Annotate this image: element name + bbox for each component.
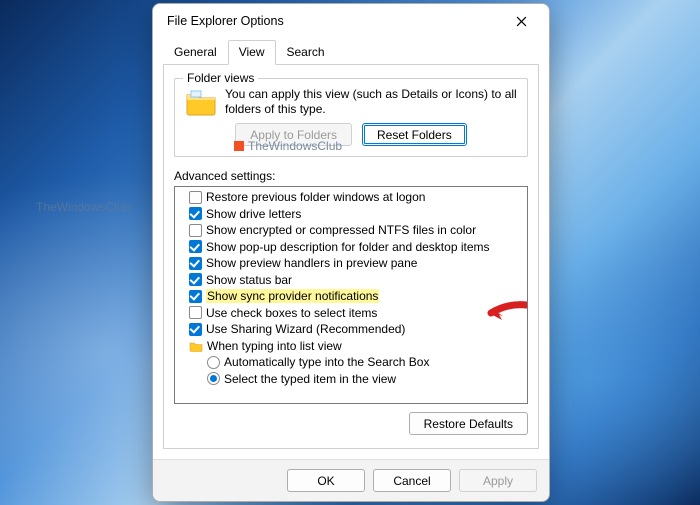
list-item[interactable]: Automatically type into the Search Box	[179, 354, 527, 371]
list-item-highlighted[interactable]: Show sync provider notifications	[179, 288, 527, 305]
cancel-button[interactable]: Cancel	[373, 469, 451, 492]
list-item-label: Restore previous folder windows at logon	[206, 190, 425, 204]
list-item-label: Show pop-up description for folder and d…	[206, 240, 490, 254]
checkbox-icon[interactable]	[189, 240, 202, 253]
dialog-footer: OK Cancel Apply	[153, 459, 549, 501]
titlebar: File Explorer Options	[153, 4, 549, 38]
reset-folders-button[interactable]: Reset Folders	[362, 123, 467, 146]
page-watermark: TheWindowsClub	[36, 200, 130, 214]
folder-views-text: You can apply this view (such as Details…	[225, 87, 517, 117]
apply-button[interactable]: Apply	[459, 469, 537, 492]
list-item[interactable]: Show encrypted or compressed NTFS files …	[179, 222, 527, 239]
list-item[interactable]: Show preview handlers in preview pane	[179, 255, 527, 272]
checkbox-icon[interactable]	[189, 306, 202, 319]
tab-general[interactable]: General	[163, 40, 228, 65]
close-icon	[516, 16, 527, 27]
tab-body-view: Folder views You can apply this view (su…	[163, 64, 539, 449]
list-item-label: Show sync provider notifications	[206, 289, 379, 303]
checkbox-icon[interactable]	[189, 290, 202, 303]
radio-icon[interactable]	[207, 356, 220, 369]
list-item-label: Show encrypted or compressed NTFS files …	[206, 223, 476, 237]
folder-views-group: Folder views You can apply this view (su…	[174, 78, 528, 157]
list-item[interactable]: Show drive letters	[179, 206, 527, 223]
tab-search[interactable]: Search	[276, 40, 336, 65]
list-item-label: Select the typed item in the view	[224, 372, 396, 386]
list-item-label: Use check boxes to select items	[206, 306, 377, 320]
tab-strip: General View Search	[163, 39, 539, 65]
apply-to-folders-button[interactable]: Apply to Folders	[235, 123, 352, 146]
restore-defaults-button[interactable]: Restore Defaults	[409, 412, 528, 435]
close-button[interactable]	[503, 7, 539, 35]
list-item[interactable]: Use Sharing Wizard (Recommended)	[179, 321, 527, 338]
list-item-label: Show status bar	[206, 273, 292, 287]
folder-views-legend: Folder views	[183, 71, 258, 85]
list-item-label: Show preview handlers in preview pane	[206, 256, 417, 270]
folder-icon	[189, 340, 203, 352]
list-item-label: When typing into list view	[207, 339, 342, 353]
list-item-label: Automatically type into the Search Box	[224, 355, 429, 369]
list-item[interactable]: Show status bar	[179, 272, 527, 289]
window-title: File Explorer Options	[167, 14, 503, 28]
list-item-group[interactable]: When typing into list view	[179, 338, 527, 355]
file-explorer-options-dialog: File Explorer Options General View Searc…	[152, 3, 550, 502]
list-item[interactable]: Restore previous folder windows at logon	[179, 189, 527, 206]
checkbox-icon[interactable]	[189, 323, 202, 336]
checkbox-icon[interactable]	[189, 207, 202, 220]
list-item[interactable]: Show pop-up description for folder and d…	[179, 239, 527, 256]
advanced-settings-label: Advanced settings:	[174, 169, 528, 183]
checkbox-icon[interactable]	[189, 273, 202, 286]
ok-button[interactable]: OK	[287, 469, 365, 492]
checkbox-icon[interactable]	[189, 191, 202, 204]
checkbox-icon[interactable]	[189, 224, 202, 237]
folder-icon	[185, 89, 217, 117]
list-item-label: Use Sharing Wizard (Recommended)	[206, 322, 405, 336]
checkbox-icon[interactable]	[189, 257, 202, 270]
tab-view[interactable]: View	[228, 40, 276, 65]
radio-icon[interactable]	[207, 372, 220, 385]
list-item[interactable]: Select the typed item in the view	[179, 371, 527, 388]
list-item[interactable]: Use check boxes to select items	[179, 305, 527, 322]
advanced-settings-list[interactable]: Restore previous folder windows at logon…	[174, 186, 528, 404]
list-item-label: Show drive letters	[206, 207, 301, 221]
